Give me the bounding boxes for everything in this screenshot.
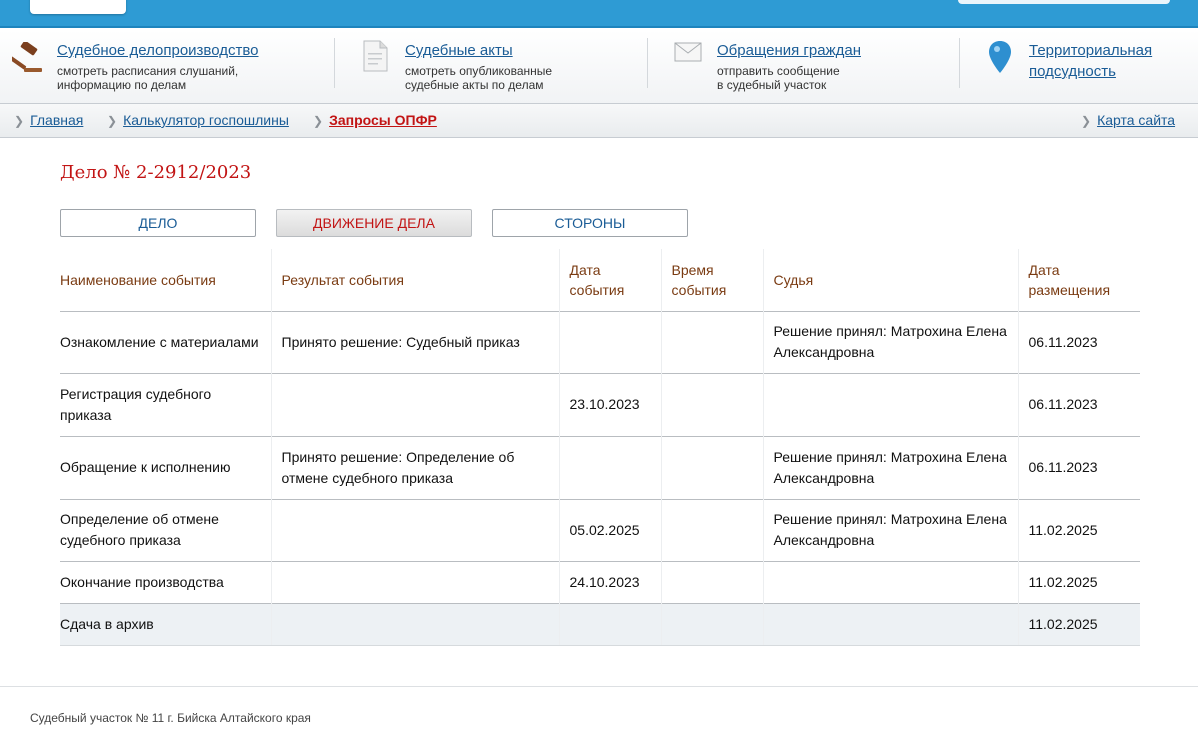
service-desc: в судебный участок xyxy=(717,78,827,92)
event-result xyxy=(271,560,560,603)
event-judge: Решение принял: Матрохина Елена Александ… xyxy=(763,435,1019,499)
emblem-icon xyxy=(56,0,96,4)
posted-date: 11.02.2025 xyxy=(1018,560,1140,603)
event-time xyxy=(661,372,764,436)
service-title[interactable]: Судебное делопроизводство xyxy=(57,40,259,61)
event-name: Обращение к исполнению xyxy=(60,435,272,499)
table-row: Ознакомление с материалами Принято решен… xyxy=(60,310,1140,373)
event-date xyxy=(559,602,662,646)
column-header: Наименование события xyxy=(60,249,272,311)
gavel-icon xyxy=(12,42,42,72)
breadcrumb: ❯ Главная ❯ Калькулятор госпошлины ❯ Запрос… xyxy=(0,104,1198,138)
service-desc: смотреть опубликованные xyxy=(405,64,553,78)
posted-date: 06.11.2023 xyxy=(1018,310,1140,373)
column-header: Дата события xyxy=(559,249,662,311)
event-result xyxy=(271,372,560,436)
event-name: Регистрация судебного приказа xyxy=(60,372,272,436)
breadcrumb-home[interactable]: ❯ Главная xyxy=(14,112,83,130)
event-judge xyxy=(763,372,1019,436)
table-row: Окончание производства 24.10.2023 11.02.… xyxy=(60,560,1140,603)
services-bar: Судебное делопроизводство смотреть распи… xyxy=(0,30,1198,104)
event-date: 05.02.2025 xyxy=(559,498,662,561)
service-desc: отправить сообщение xyxy=(717,64,840,78)
event-name: Сдача в архив xyxy=(60,602,272,646)
table-row: Сдача в архив 11.02.2025 xyxy=(60,602,1140,646)
map-pin-icon xyxy=(989,41,1011,73)
site-logo[interactable] xyxy=(30,0,126,14)
chevron-right-icon: ❯ xyxy=(14,114,25,128)
event-date: 24.10.2023 xyxy=(559,560,662,603)
breadcrumb-link[interactable]: Главная xyxy=(30,112,83,128)
service-title[interactable]: Обращения граждан xyxy=(717,40,861,61)
tab-parties[interactable]: СТОРОНЫ xyxy=(492,209,688,237)
event-judge xyxy=(763,560,1019,603)
service-desc: смотреть расписания слушаний, xyxy=(57,64,239,78)
event-name: Окончание производства xyxy=(60,560,272,603)
event-time xyxy=(661,310,764,373)
breadcrumb-sitemap[interactable]: ❯ Карта сайта xyxy=(1081,112,1175,130)
event-time xyxy=(661,602,764,646)
service-desc: судебные акты по делам xyxy=(405,78,544,92)
breadcrumb-link[interactable]: Калькулятор госпошлины xyxy=(123,112,289,128)
breadcrumb-link[interactable]: Запросы ОПФР xyxy=(329,112,437,128)
event-result: Принято решение: Определение об отмене с… xyxy=(271,435,560,499)
service-title[interactable]: Территориальная xyxy=(1029,40,1152,61)
tab-case[interactable]: ДЕЛО xyxy=(60,209,256,237)
footer-court-name: Судебный участок № 11 г. Бийска Алтайско… xyxy=(30,711,311,725)
chevron-right-icon: ❯ xyxy=(313,114,324,128)
table-header-row: Наименование события Результат события Д… xyxy=(60,249,1140,311)
service-citizen-appeals[interactable]: Обращения граждан отправить сообщение в … xyxy=(672,30,952,104)
column-header: Дата размещения xyxy=(1028,261,1111,298)
column-header: Результат события xyxy=(271,249,560,311)
event-date xyxy=(559,310,662,373)
service-desc: информацию по делам xyxy=(57,78,187,92)
breadcrumb-link[interactable]: Карта сайта xyxy=(1097,112,1175,128)
breadcrumb-current[interactable]: ❯ Запросы ОПФР xyxy=(313,112,437,130)
top-search-field[interactable] xyxy=(958,0,1170,4)
tab-case-movement[interactable]: ДВИЖЕНИЕ ДЕЛА xyxy=(276,209,472,237)
event-judge: Решение принял: Матрохина Елена Александ… xyxy=(763,310,1019,373)
document-icon xyxy=(363,40,388,72)
posted-date: 11.02.2025 xyxy=(1018,498,1140,561)
table-row: Обращение к исполнению Принято решение: … xyxy=(60,435,1140,499)
divider xyxy=(959,38,960,88)
posted-date: 06.11.2023 xyxy=(1018,435,1140,499)
case-events-table: Наименование события Результат события Д… xyxy=(60,249,1140,646)
page-title: Дело № 2-2912/2023 xyxy=(60,162,252,183)
event-date xyxy=(559,435,662,499)
event-date: 23.10.2023 xyxy=(559,372,662,436)
chevron-right-icon: ❯ xyxy=(1081,114,1092,128)
envelope-icon xyxy=(674,42,702,62)
service-territorial-jurisdiction[interactable]: Территориальная подсудность xyxy=(984,30,1194,104)
column-header: Время события xyxy=(661,249,764,311)
event-name: Ознакомление с материалами xyxy=(60,310,272,373)
footer-divider xyxy=(0,686,1198,687)
posted-date: 06.11.2023 xyxy=(1018,372,1140,436)
event-time xyxy=(661,560,764,603)
service-court-acts[interactable]: Судебные акты смотреть опубликованные су… xyxy=(360,30,640,104)
event-judge: Решение принял: Матрохина Елена Александ… xyxy=(763,498,1019,561)
event-result xyxy=(271,498,560,561)
divider xyxy=(334,38,335,88)
event-time xyxy=(661,498,764,561)
column-header: Судья xyxy=(763,249,1019,311)
event-judge xyxy=(763,602,1019,646)
table-row: Регистрация судебного приказа 23.10.2023… xyxy=(60,372,1140,436)
divider xyxy=(647,38,648,88)
service-title[interactable]: Судебные акты xyxy=(405,40,513,61)
service-court-proceedings[interactable]: Судебное делопроизводство смотреть распи… xyxy=(12,30,332,104)
event-result: Принято решение: Судебный приказ xyxy=(271,310,560,373)
top-bar xyxy=(0,0,1198,28)
service-title[interactable]: подсудность xyxy=(1029,61,1116,82)
event-name: Определение об отмене судебного приказа xyxy=(60,498,272,561)
event-result xyxy=(271,602,560,646)
chevron-right-icon: ❯ xyxy=(107,114,118,128)
breadcrumb-calculator[interactable]: ❯ Калькулятор госпошлины xyxy=(107,112,289,130)
event-time xyxy=(661,435,764,499)
table-row: Определение об отмене судебного приказа … xyxy=(60,498,1140,561)
posted-date: 11.02.2025 xyxy=(1018,602,1140,646)
